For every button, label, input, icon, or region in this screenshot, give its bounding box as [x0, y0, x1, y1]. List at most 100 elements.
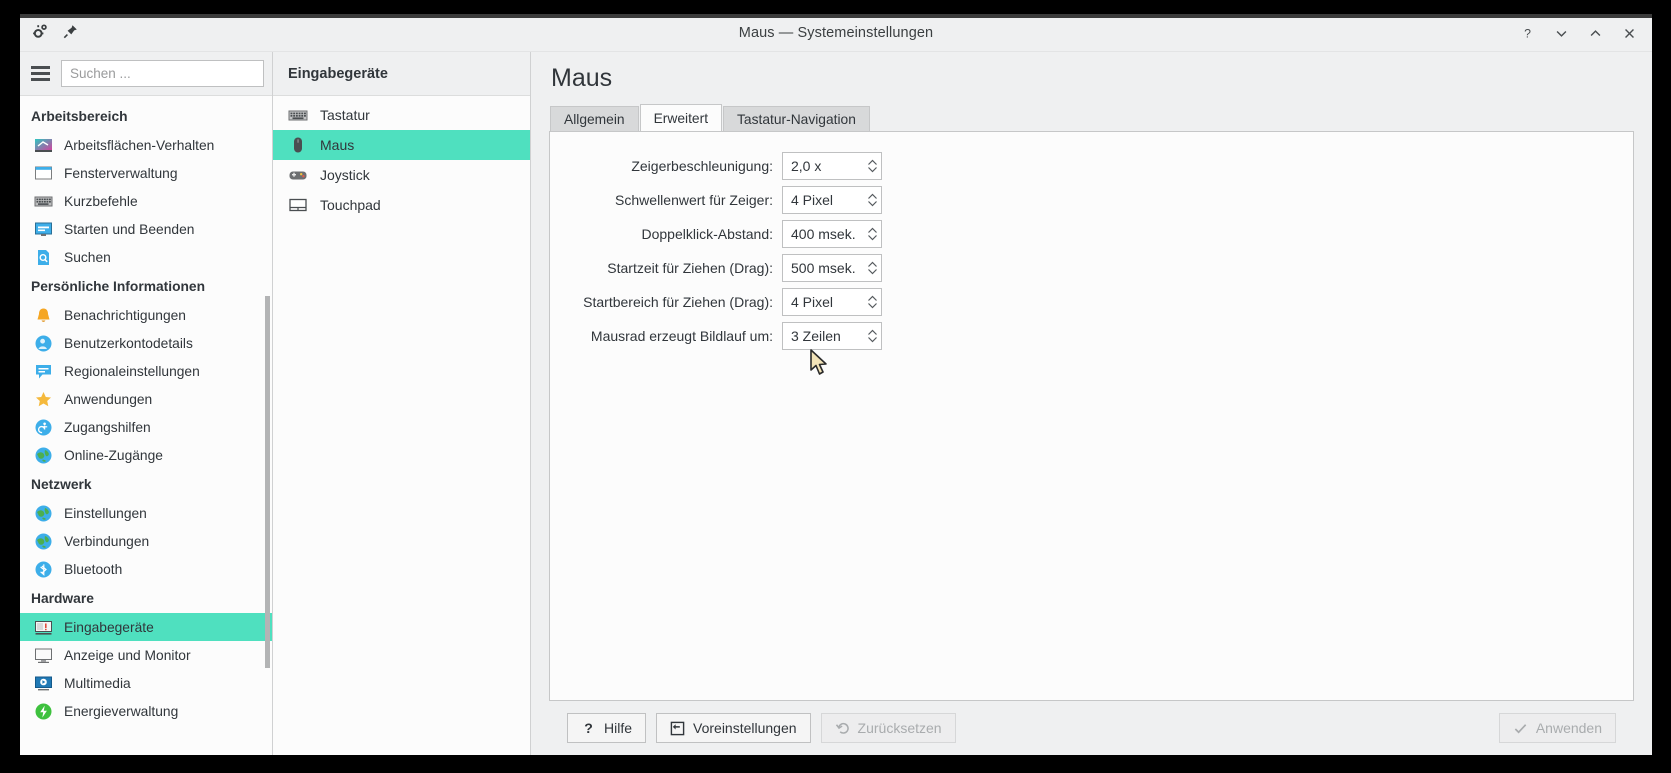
apply-button-label: Anwenden	[1535, 720, 1602, 736]
main-panel: Maus Allgemein Erweitert Tastatur-Naviga…	[531, 52, 1652, 755]
apply-button[interactable]: Anwenden	[1498, 713, 1616, 743]
sidebar-item-fensterverwaltung[interactable]: Fensterverwaltung	[20, 159, 272, 187]
sidebar-item-suchen[interactable]: Suchen	[20, 243, 272, 271]
window-body: Arbeitsbereich Arbeitsflächen-Verhalten	[20, 52, 1652, 755]
form-row-drag-start-distance: Startbereich für Ziehen (Drag): 4 Pixel	[550, 288, 1633, 316]
field-label: Startbereich für Ziehen (Drag):	[583, 294, 773, 310]
sidebar-item-label: Benutzerkontodetails	[64, 335, 193, 351]
sidebar-item-online-zugaenge[interactable]: Online-Zugänge	[20, 441, 272, 469]
sidebar-group-label: Arbeitsbereich	[31, 109, 128, 124]
spinbox-stepper-icon[interactable]	[863, 221, 881, 247]
drag-start-time-spinbox[interactable]: 500 msek.	[782, 254, 882, 282]
maximize-button[interactable]	[1587, 25, 1604, 42]
titlebar-left-icons	[32, 23, 79, 40]
tab-erweitert[interactable]: Erweitert	[639, 104, 723, 131]
pointer-acceleration-spinbox[interactable]: 2,0 x	[782, 152, 882, 180]
sidebar-item-label: Verbindungen	[64, 533, 150, 549]
sidebar-item-label: Eingabegeräte	[64, 619, 154, 635]
sidebar-item-benachrichtigungen[interactable]: Benachrichtigungen	[20, 301, 272, 329]
display-monitor-icon	[34, 646, 53, 665]
sidebar-item-benutzerkontodetails[interactable]: Benutzerkontodetails	[20, 329, 272, 357]
sidebar-item-verbindungen[interactable]: Verbindungen	[20, 527, 272, 555]
sidebar-item-label: Arbeitsflächen-Verhalten	[64, 137, 215, 153]
sidebar-item-label: Benachrichtigungen	[64, 307, 186, 323]
page-title: Maus	[551, 64, 613, 92]
sidebar-item-regionaleinstellungen[interactable]: Regionaleinstellungen	[20, 357, 272, 385]
minimize-button[interactable]	[1553, 25, 1570, 42]
globe-icon	[34, 446, 53, 465]
globe-icon	[34, 504, 53, 523]
sidebar-item-starten-und-beenden[interactable]: Starten und Beenden	[20, 215, 272, 243]
spinbox-stepper-icon[interactable]	[863, 289, 881, 315]
module-item-label: Touchpad	[320, 197, 381, 213]
spinbox-stepper-icon[interactable]	[863, 153, 881, 179]
svg-text:?: ?	[1524, 26, 1531, 40]
sidebar-item-arbeitsflaechen-verhalten[interactable]: Arbeitsflächen-Verhalten	[20, 131, 272, 159]
globe-icon	[34, 532, 53, 551]
field-label: Doppelklick-Abstand:	[641, 226, 773, 242]
spinbox-stepper-icon[interactable]	[863, 187, 881, 213]
sidebar-item-label: Starten und Beenden	[64, 221, 195, 237]
pin-icon[interactable]	[62, 23, 79, 40]
double-click-interval-spinbox[interactable]: 400 msek.	[782, 220, 882, 248]
form-row-pointer-acceleration: Zeigerbeschleunigung: 2,0 x	[550, 152, 1633, 180]
module-item-tastatur[interactable]: Tastatur	[273, 100, 530, 130]
sidebar-item-bluetooth[interactable]: Bluetooth	[20, 555, 272, 583]
field-label: Schwellenwert für Zeiger:	[615, 192, 773, 208]
spinbox-stepper-icon[interactable]	[863, 323, 881, 349]
power-management-icon	[34, 702, 53, 721]
sidebar-item-energieverwaltung[interactable]: Energieverwaltung	[20, 697, 272, 725]
field-label: Zeigerbeschleunigung:	[631, 158, 773, 174]
sidebar-item-multimedia[interactable]: Multimedia	[20, 669, 272, 697]
sidebar-toolbar	[20, 52, 272, 96]
hamburger-icon[interactable]	[31, 66, 50, 81]
sidebar-item-label: Bluetooth	[64, 561, 123, 577]
pointer-threshold-spinbox[interactable]: 4 Pixel	[782, 186, 882, 214]
sidebar-item-anzeige-und-monitor[interactable]: Anzeige und Monitor	[20, 641, 272, 669]
question-mark-icon: ?	[581, 721, 596, 736]
joystick-icon	[288, 165, 308, 185]
sidebar-group-label: Netzwerk	[31, 477, 92, 492]
tabbar: Allgemein Erweitert Tastatur-Navigation	[549, 104, 1634, 131]
close-button[interactable]	[1621, 25, 1638, 42]
module-item-joystick[interactable]: Joystick	[273, 160, 530, 190]
reset-button[interactable]: Zurücksetzen	[820, 713, 956, 743]
field-label: Mausrad erzeugt Bildlauf um:	[590, 328, 773, 344]
module-item-maus[interactable]: Maus	[273, 130, 530, 160]
configure-icon[interactable]	[32, 23, 49, 40]
spinbox-stepper-icon[interactable]	[863, 255, 881, 281]
drag-start-distance-spinbox[interactable]: 4 Pixel	[782, 288, 882, 316]
help-button-footer[interactable]: ? Hilfe	[567, 713, 647, 743]
sidebar-item-kurzbefehle[interactable]: Kurzbefehle	[20, 187, 272, 215]
reset-button-label: Zurücksetzen	[857, 720, 942, 736]
window-management-icon	[34, 164, 53, 183]
sidebar-item-label: Energieverwaltung	[64, 703, 179, 719]
sidebar-item-label: Anwendungen	[64, 391, 153, 407]
module-item-label: Maus	[320, 137, 355, 153]
search-input[interactable]	[61, 60, 264, 87]
sidebar-item-zugangshilfen[interactable]: Zugangshilfen	[20, 413, 272, 441]
help-button[interactable]: ?	[1519, 25, 1536, 42]
tab-tastatur-navigation[interactable]: Tastatur-Navigation	[723, 106, 870, 131]
sidebar-item-einstellungen[interactable]: Einstellungen	[20, 499, 272, 527]
spinbox-value: 4 Pixel	[791, 294, 834, 310]
sidebar-group-label: Persönliche Informationen	[31, 279, 206, 294]
module-item-label: Joystick	[320, 167, 370, 183]
sidebar-item-anwendungen[interactable]: Anwendungen	[20, 385, 272, 413]
sidebar-item-label: Kurzbefehle	[64, 193, 138, 209]
desktop-behavior-icon	[34, 136, 53, 155]
sidebar-item-eingabegeraete[interactable]: Eingabegeräte	[20, 613, 272, 641]
keyboard-icon	[288, 105, 308, 125]
wheel-scroll-lines-spinbox[interactable]: 3 Zeilen	[782, 322, 882, 350]
window-controls: ?	[1519, 14, 1638, 52]
spinbox-value: 2,0 x	[791, 158, 822, 174]
bell-icon	[34, 306, 53, 325]
mouse-cursor	[810, 349, 827, 375]
sidebar-scrollbar[interactable]	[265, 296, 270, 668]
tab-allgemein[interactable]: Allgemein	[550, 106, 639, 131]
module-item-touchpad[interactable]: Touchpad	[273, 190, 530, 220]
defaults-button[interactable]: Voreinstellungen	[656, 713, 811, 743]
sidebar-item-label: Fensterverwaltung	[64, 165, 178, 181]
field-label: Startzeit für Ziehen (Drag):	[607, 260, 773, 276]
footer-bar: ? Hilfe Voreinstellungen Zurücksetzen An…	[549, 701, 1634, 755]
